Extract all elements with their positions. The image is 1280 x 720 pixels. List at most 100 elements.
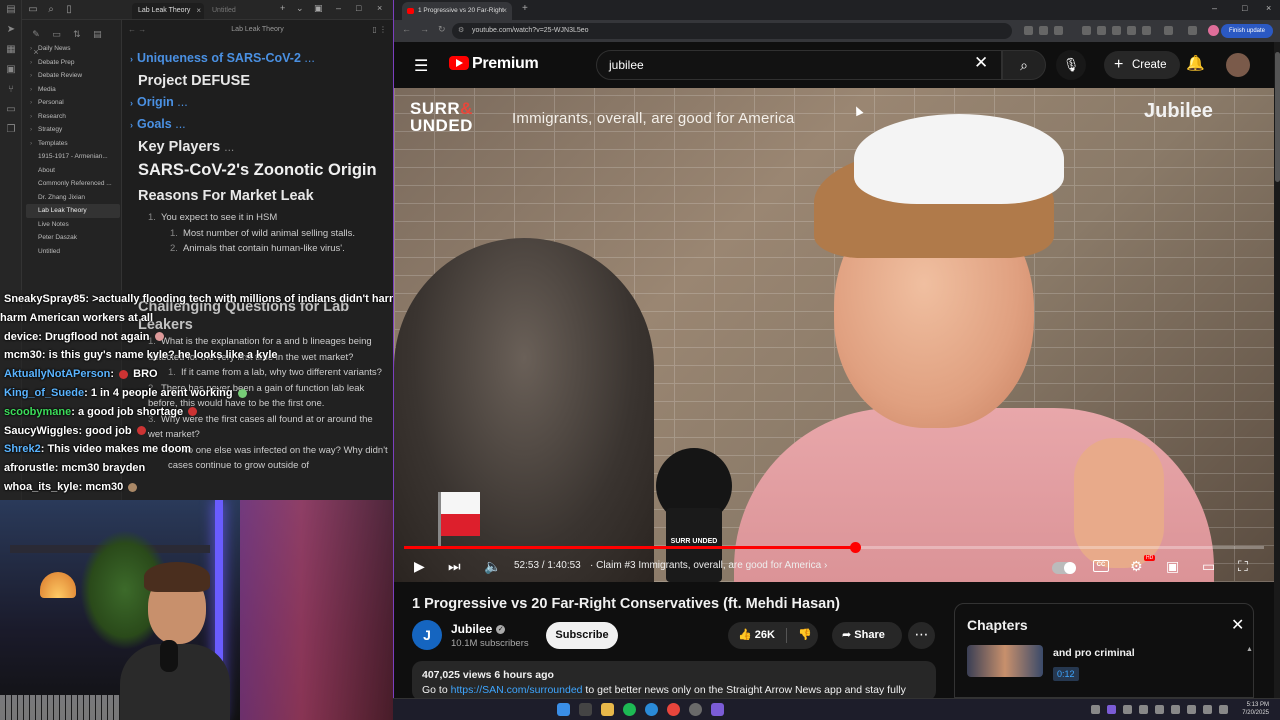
back-icon[interactable]: ← [402, 24, 411, 34]
heading-collapsed[interactable]: › Uniqueness of SARS-CoV-2 ... [130, 51, 385, 65]
search-icon[interactable]: ⌕ [44, 4, 58, 15]
file-explorer-icon[interactable] [601, 703, 614, 716]
chat-username[interactable]: afrorustle [4, 462, 55, 474]
tray-app-icon[interactable] [1171, 705, 1180, 714]
new-note-icon[interactable]: ✎ [28, 29, 44, 40]
fold-arrow-icon[interactable]: › [130, 120, 133, 130]
extension-icon[interactable] [1188, 26, 1197, 35]
edge-icon[interactable] [645, 703, 658, 716]
volume-icon[interactable] [1203, 705, 1212, 714]
fold-arrow-icon[interactable]: › [130, 98, 133, 108]
theater-mode-icon[interactable]: ▭ [1202, 558, 1215, 575]
more-actions-button[interactable]: ⋯ [908, 622, 935, 649]
youtube-logo-icon[interactable] [449, 56, 469, 70]
profile-avatar[interactable] [1208, 25, 1219, 36]
address-bar[interactable]: ⚙ youtube.com/watch?v=25-WJN3L5eo [452, 23, 1012, 39]
close-window-icon[interactable]: × [377, 3, 382, 13]
notifications-bell-icon[interactable]: 🔔 [1186, 54, 1205, 72]
zoom-icon[interactable] [1039, 26, 1048, 35]
create-button[interactable]: + Create [1104, 51, 1180, 79]
close-icon[interactable]: ✕ [1231, 615, 1244, 635]
settings-gear-icon[interactable]: ⚙ [1130, 558, 1143, 575]
layout-icon[interactable]: ▣ [314, 3, 323, 14]
heading-collapsed[interactable]: › Goals ... [130, 117, 385, 131]
finish-update-button[interactable]: Finish update [1221, 24, 1273, 38]
forward-icon[interactable]: → [420, 24, 429, 34]
progress-scrubber[interactable] [849, 542, 861, 553]
fullscreen-icon[interactable]: ⛶ [1238, 558, 1248, 575]
chapter-label[interactable]: · Claim #3 Immigrants, overall, are good… [590, 560, 827, 571]
scroll-up-icon[interactable]: ▲ [1246, 646, 1253, 653]
new-tab-icon[interactable]: + [522, 3, 528, 14]
reading-view-icon[interactable]: ▯ ⋮ [372, 20, 387, 40]
tree-item-active[interactable]: Lab Leak Theory [26, 204, 120, 218]
account-avatar[interactable] [1226, 53, 1250, 77]
minimize-icon[interactable]: – [336, 3, 341, 13]
maximize-icon[interactable]: □ [356, 3, 361, 13]
tree-item[interactable]: 1915-1917 - Armenian... [26, 150, 120, 164]
tray-app-icon[interactable] [1155, 705, 1164, 714]
app-icon[interactable] [689, 703, 702, 716]
grid-icon[interactable]: ▦ [0, 44, 22, 60]
reload-icon[interactable]: ↻ [438, 24, 446, 35]
channel-avatar[interactable]: J [412, 620, 442, 650]
chrome-icon[interactable] [667, 703, 680, 716]
chat-username[interactable]: SneakySpray85 [4, 293, 85, 305]
chat-username[interactable]: mcm30 [4, 349, 42, 361]
nav-arrows-icon[interactable]: ← → [128, 20, 146, 40]
minimize-icon[interactable]: – [1212, 3, 1217, 13]
extension-icon[interactable] [1142, 26, 1151, 35]
chat-username[interactable]: device [4, 331, 38, 343]
menu-icon[interactable]: ☰ [414, 56, 428, 76]
subscribe-button[interactable]: Subscribe [546, 622, 618, 649]
branch-icon[interactable]: ⑂ [0, 84, 22, 100]
chat-username[interactable]: SaucyWiggles [4, 425, 78, 437]
terminal-icon[interactable]: ▭ [0, 104, 22, 120]
extension-icon[interactable] [1082, 26, 1091, 35]
chat-username[interactable]: AktuallyNotAPerson [4, 368, 110, 380]
bookmark-icon[interactable]: ▯ [62, 4, 76, 15]
bookmark-star-icon[interactable] [1054, 26, 1063, 35]
battery-icon[interactable] [1219, 705, 1228, 714]
next-icon[interactable]: ⏭ [448, 558, 461, 575]
tray-chevron-icon[interactable] [1091, 705, 1100, 714]
channel-name[interactable]: Jubilee ✓ [451, 622, 506, 636]
send-icon[interactable]: ➤ [0, 24, 22, 40]
like-button[interactable]: 👍 26K [738, 622, 775, 649]
search-button[interactable]: ⌕ [1002, 50, 1046, 80]
sort-icon[interactable]: ⇅ [69, 29, 85, 40]
tree-item[interactable]: Live Notes [26, 218, 120, 232]
spotify-icon[interactable] [623, 703, 636, 716]
site-info-icon[interactable]: ⚙ [458, 23, 464, 39]
extension-icon[interactable] [1127, 26, 1136, 35]
tree-item[interactable]: About [26, 164, 120, 178]
tab-untitled[interactable]: Untitled [206, 3, 278, 19]
tree-item[interactable]: Commonly Referenced ... [26, 177, 120, 191]
tree-item[interactable]: Research [26, 110, 120, 124]
tree-item[interactable]: Debate Prep [26, 56, 120, 70]
copy-icon[interactable]: ❐ [0, 124, 22, 140]
extension-icon[interactable] [1112, 26, 1121, 35]
maximize-icon[interactable]: □ [1242, 3, 1247, 13]
tree-item[interactable]: Templates [26, 137, 120, 151]
tree-item[interactable]: Dr. Zhang Jixian [26, 191, 120, 205]
tray-app-icon[interactable] [1123, 705, 1132, 714]
close-icon[interactable]: × [196, 3, 201, 19]
tree-item[interactable]: Media [26, 83, 120, 97]
volume-icon[interactable]: 🔈 [484, 558, 501, 575]
tray-app-icon[interactable] [1139, 705, 1148, 714]
network-icon[interactable] [1187, 705, 1196, 714]
progress-bar[interactable] [404, 542, 1264, 553]
extension-icon[interactable] [1097, 26, 1106, 35]
task-view-icon[interactable] [579, 703, 592, 716]
chat-username[interactable]: Shrek2 [4, 443, 41, 455]
obsidian-icon[interactable] [711, 703, 724, 716]
share-button[interactable]: ➦ Share [832, 622, 902, 649]
start-icon[interactable] [557, 703, 570, 716]
captions-icon[interactable]: CC [1093, 560, 1109, 572]
video-player[interactable]: SURR UNDED SURR& UNDED Immigrants, overal… [394, 88, 1274, 582]
description-box[interactable]: 407,025 views 6 hours ago Go to https://… [412, 661, 936, 698]
description-link[interactable]: https://SAN.com/surrounded [451, 684, 583, 696]
clear-search-icon[interactable]: ✕ [974, 53, 988, 73]
tree-item[interactable]: Debate Review [26, 69, 120, 83]
